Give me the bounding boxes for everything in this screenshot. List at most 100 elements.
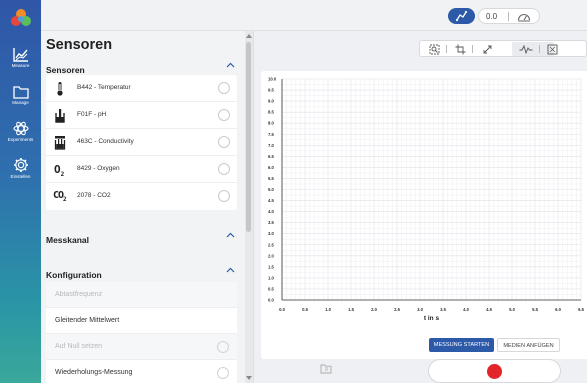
atom-icon [12,121,29,136]
sensor-radio[interactable] [218,82,230,94]
config-label: Gleitender Mittelwert [55,317,120,324]
section-title: Konfiguration [46,270,102,280]
y-tick-label: 0.5 [268,286,274,291]
nav-rail: Measure Manage Experiments Einstellen [0,0,41,383]
config-label: Abtastfrequenz [55,291,103,298]
x-axis-label: t in s [424,315,440,322]
current-value: 0.0 [486,12,498,21]
panel-scrollbar[interactable] [245,31,253,383]
y-tick-label: 3.5 [268,220,274,225]
x-tick-label: 1.0 [325,307,331,312]
app-logo-icon [11,9,31,26]
divider [472,45,473,53]
nav-label: Measure [11,63,30,68]
record-button[interactable] [428,359,561,383]
nav-item-settings[interactable]: Einstellen [0,157,41,180]
nav-label: Manage [12,100,29,105]
config-radio[interactable] [217,367,229,379]
scroll-down-icon[interactable] [246,376,252,380]
x-tick-label: 4.0 [463,307,469,312]
y-tick-label: 8.5 [268,110,274,115]
sensor-radio[interactable] [218,163,230,175]
nav-item-manage[interactable]: Manage [0,85,41,106]
measurement-chart[interactable]: 0.0 0.5 1.0 1.5 2.0 2.5 3.0 3.5 4.0 4.5 5.0 5.5 6.0 6… [261,71,587,359]
crop-icon[interactable] [455,44,466,55]
x-tick-label: 3.5 [440,307,446,312]
value-display[interactable]: 0.0 [478,8,540,24]
chart-card: 0.0 0.5 1.0 1.5 2.0 2.5 3.0 3.5 4.0 4.5 5.0 5.5 6.0 6… [261,71,587,359]
section-title: Messkanal [46,235,89,245]
chevron-up-icon[interactable] [226,232,235,238]
nav-item-experiments[interactable]: Experiments [0,121,41,143]
sensor-item[interactable]: F01F - pH [46,102,237,129]
graph-view-button[interactable] [448,8,475,24]
x-tick-label: 0.0 [279,307,285,312]
config-zero: Auf Null setzen [46,334,237,360]
thermometer-icon [57,82,63,96]
scroll-up-icon[interactable] [246,34,252,38]
config-label: Wiederholungs-Messung [55,369,133,376]
y-tick-label: 5.0 [268,187,274,192]
sensor-panel: Sensoren Sensoren B442 - Temperatur F01F… [41,31,253,383]
gauge-icon [517,14,531,22]
waveform-icon[interactable] [519,44,533,55]
divider [446,45,447,53]
sensor-item[interactable]: B442 - Temperatur [46,75,237,102]
sensor-item[interactable]: O2 8429 - Oxygen [46,156,237,183]
record-icon [487,364,502,379]
sensor-radio[interactable] [218,190,230,202]
sensor-radio[interactable] [218,136,230,148]
gear-icon [13,158,28,172]
y-tick-label: 0.0 [268,298,274,303]
y-tick-label: 3.0 [268,231,274,236]
co2-icon: CO2 [53,190,67,203]
config-moving-average[interactable]: Gleitender Mittelwert [46,308,237,334]
sensor-label: 463C - Conductivity [77,138,134,145]
sensor-label: 8429 - Oxygen [77,165,120,172]
expand-icon[interactable] [482,44,493,55]
config-repeat-measurement[interactable]: Wiederholungs-Messung [46,360,237,383]
graph-icon [455,10,468,22]
sensor-item[interactable]: CO2 2078 - CO2 [46,183,237,210]
folder-icon[interactable] [320,363,332,374]
y-tick-label: 2.0 [268,253,274,258]
y-tick-label: 5.5 [268,176,274,181]
y-tick-label: 10.0 [268,77,277,82]
chevron-up-icon[interactable] [226,62,235,68]
x-tick-label: 4.5 [486,307,492,312]
nav-item-measure[interactable]: Measure [0,47,41,69]
sensor-label: 2078 - CO2 [77,192,111,199]
start-measurement-button[interactable]: Messung starten [429,338,494,352]
y-tick-label: 1.0 [268,275,274,280]
fit-icon[interactable] [547,44,558,55]
y-tick-label: 9.0 [268,99,274,104]
sensor-radio[interactable] [218,109,230,121]
y-tick-label: 2.5 [268,242,274,247]
oxygen-icon: O2 [54,163,65,179]
top-bar: 0.0 [41,0,587,31]
attach-media-button[interactable]: Medien anfügen [497,338,560,352]
section-channel-header[interactable]: Messkanal [46,230,237,245]
chevron-up-icon[interactable] [226,267,235,273]
x-tick-label: 2.0 [371,307,377,312]
section-sensors-header[interactable]: Sensoren [46,60,237,75]
y-tick-label: 9.5 [268,88,274,93]
nav-label: Experiments [7,137,34,142]
y-tick-label: 7.5 [268,132,274,137]
x-tick-label: 1.5 [348,307,354,312]
conductivity-icon [54,136,66,150]
scroll-thumb[interactable] [246,42,251,232]
zoom-region-icon[interactable] [429,44,440,55]
y-tick-label: 7.0 [268,143,274,148]
section-config-header[interactable]: Konfiguration [46,265,237,280]
folder-icon [12,86,29,99]
page-title: Sensoren [46,37,113,53]
chart-toolbar [419,40,587,57]
config-label: Auf Null setzen [55,343,103,350]
config-sample-rate: Abtastfrequenz [46,282,237,308]
config-radio [217,341,229,353]
divider [508,12,509,21]
divider [539,45,540,53]
sensor-item[interactable]: 463C - Conductivity [46,129,237,156]
line-chart-icon [12,48,28,62]
